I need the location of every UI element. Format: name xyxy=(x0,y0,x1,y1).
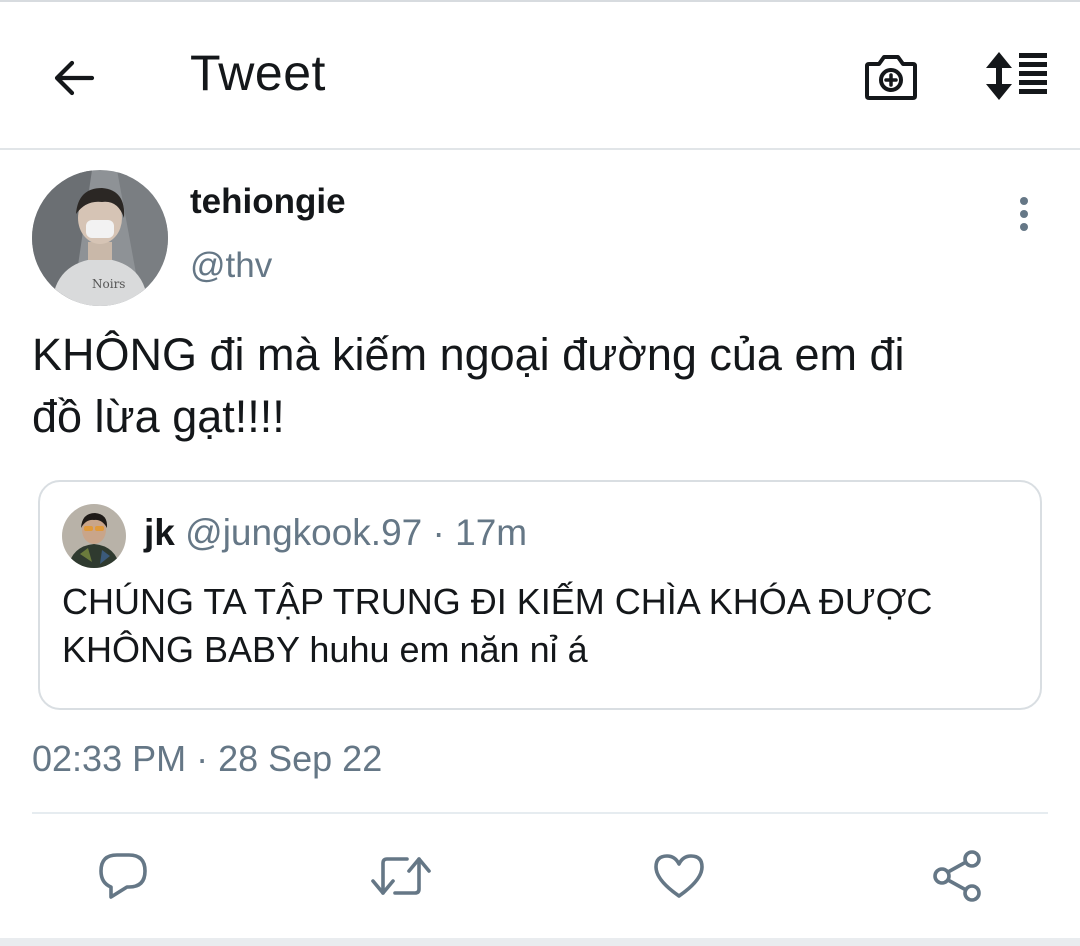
sort-button[interactable] xyxy=(980,48,1052,104)
divider xyxy=(32,812,1048,814)
author-display-name[interactable]: tehiongie xyxy=(190,182,346,222)
arrow-left-icon xyxy=(54,60,95,96)
quoted-header: jk @jungkook.97 · 17m xyxy=(144,512,527,554)
share-icon xyxy=(933,850,981,902)
tweet-timestamp[interactable]: 02:33 PM · 28 Sep 22 xyxy=(32,738,382,780)
quoted-tweet[interactable]: jk @jungkook.97 · 17m CHÚNG TA TẬP TRUNG… xyxy=(38,480,1042,710)
sort-list-icon xyxy=(986,52,1047,100)
like-button[interactable] xyxy=(644,840,714,912)
quoted-text-line: KHÔNG BABY huhu em năn nỉ á xyxy=(62,629,588,670)
author-avatar[interactable]: Noirs xyxy=(32,170,168,306)
quoted-display-name: jk xyxy=(144,512,175,553)
tweet-text-line: đồ lừa gạt!!!! xyxy=(32,391,285,442)
share-button[interactable] xyxy=(922,840,992,912)
quoted-text-line: CHÚNG TA TẬP TRUNG ĐI KIẾM CHÌA KHÓA ĐƯỢ… xyxy=(62,581,933,622)
camera-button[interactable] xyxy=(860,48,922,106)
more-options-button[interactable] xyxy=(1004,190,1044,238)
heart-icon xyxy=(654,854,704,898)
quoted-text: CHÚNG TA TẬP TRUNG ĐI KIẾM CHÌA KHÓA ĐƯỢ… xyxy=(62,578,1022,674)
more-vertical-icon xyxy=(1020,197,1028,231)
reply-icon xyxy=(99,853,147,899)
retweet-button[interactable] xyxy=(366,840,436,912)
reply-button[interactable] xyxy=(88,840,158,912)
action-bar xyxy=(0,840,1080,920)
retweet-icon xyxy=(371,857,431,895)
top-app-bar: Tweet xyxy=(0,0,1080,150)
tweet-text: KHÔNG đi mà kiếm ngoại đường của em đi đ… xyxy=(32,324,1052,448)
bottom-separator xyxy=(0,938,1080,946)
tweet-text-line: KHÔNG đi mà kiếm ngoại đường của em đi xyxy=(32,329,905,380)
page-title: Tweet xyxy=(190,45,326,101)
back-button[interactable] xyxy=(46,50,102,106)
quoted-handle-time: @jungkook.97 · 17m xyxy=(185,512,528,553)
quoted-author-avatar xyxy=(62,504,126,568)
camera-plus-icon xyxy=(865,55,917,100)
author-handle[interactable]: @thv xyxy=(190,246,272,286)
svg-text:Noirs: Noirs xyxy=(92,277,125,291)
